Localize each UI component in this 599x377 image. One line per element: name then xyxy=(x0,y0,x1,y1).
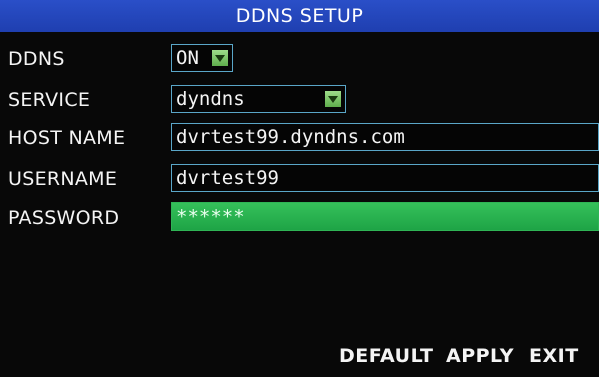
ddns-value: ON xyxy=(176,47,199,69)
host-name-field[interactable]: dvrtest99.dyndns.com xyxy=(171,123,599,151)
ddns-label: DDNS xyxy=(8,48,65,70)
chevron-down-icon[interactable] xyxy=(212,50,228,66)
password-field[interactable]: ****** xyxy=(171,202,599,231)
password-value: ****** xyxy=(176,205,245,228)
ddns-setup-screen: DDNS SETUP DDNS ON SERVICE dyndns HOST N… xyxy=(0,0,599,377)
page-title: DDNS SETUP xyxy=(0,0,599,32)
service-value: dyndns xyxy=(176,88,245,110)
default-button[interactable]: DEFAULT xyxy=(339,345,434,367)
username-label: USERNAME xyxy=(8,168,118,190)
ddns-select[interactable]: ON xyxy=(171,44,233,72)
apply-button[interactable]: APPLY xyxy=(446,345,514,367)
service-label: SERVICE xyxy=(8,89,91,111)
host-name-label: HOST NAME xyxy=(8,127,126,149)
exit-button[interactable]: EXIT xyxy=(529,345,579,367)
username-value: dvrtest99 xyxy=(176,167,279,189)
service-select[interactable]: dyndns xyxy=(171,85,346,113)
password-label: PASSWORD xyxy=(8,207,120,229)
chevron-down-icon[interactable] xyxy=(325,91,341,107)
host-name-value: dvrtest99.dyndns.com xyxy=(176,126,405,148)
username-field[interactable]: dvrtest99 xyxy=(171,164,599,192)
